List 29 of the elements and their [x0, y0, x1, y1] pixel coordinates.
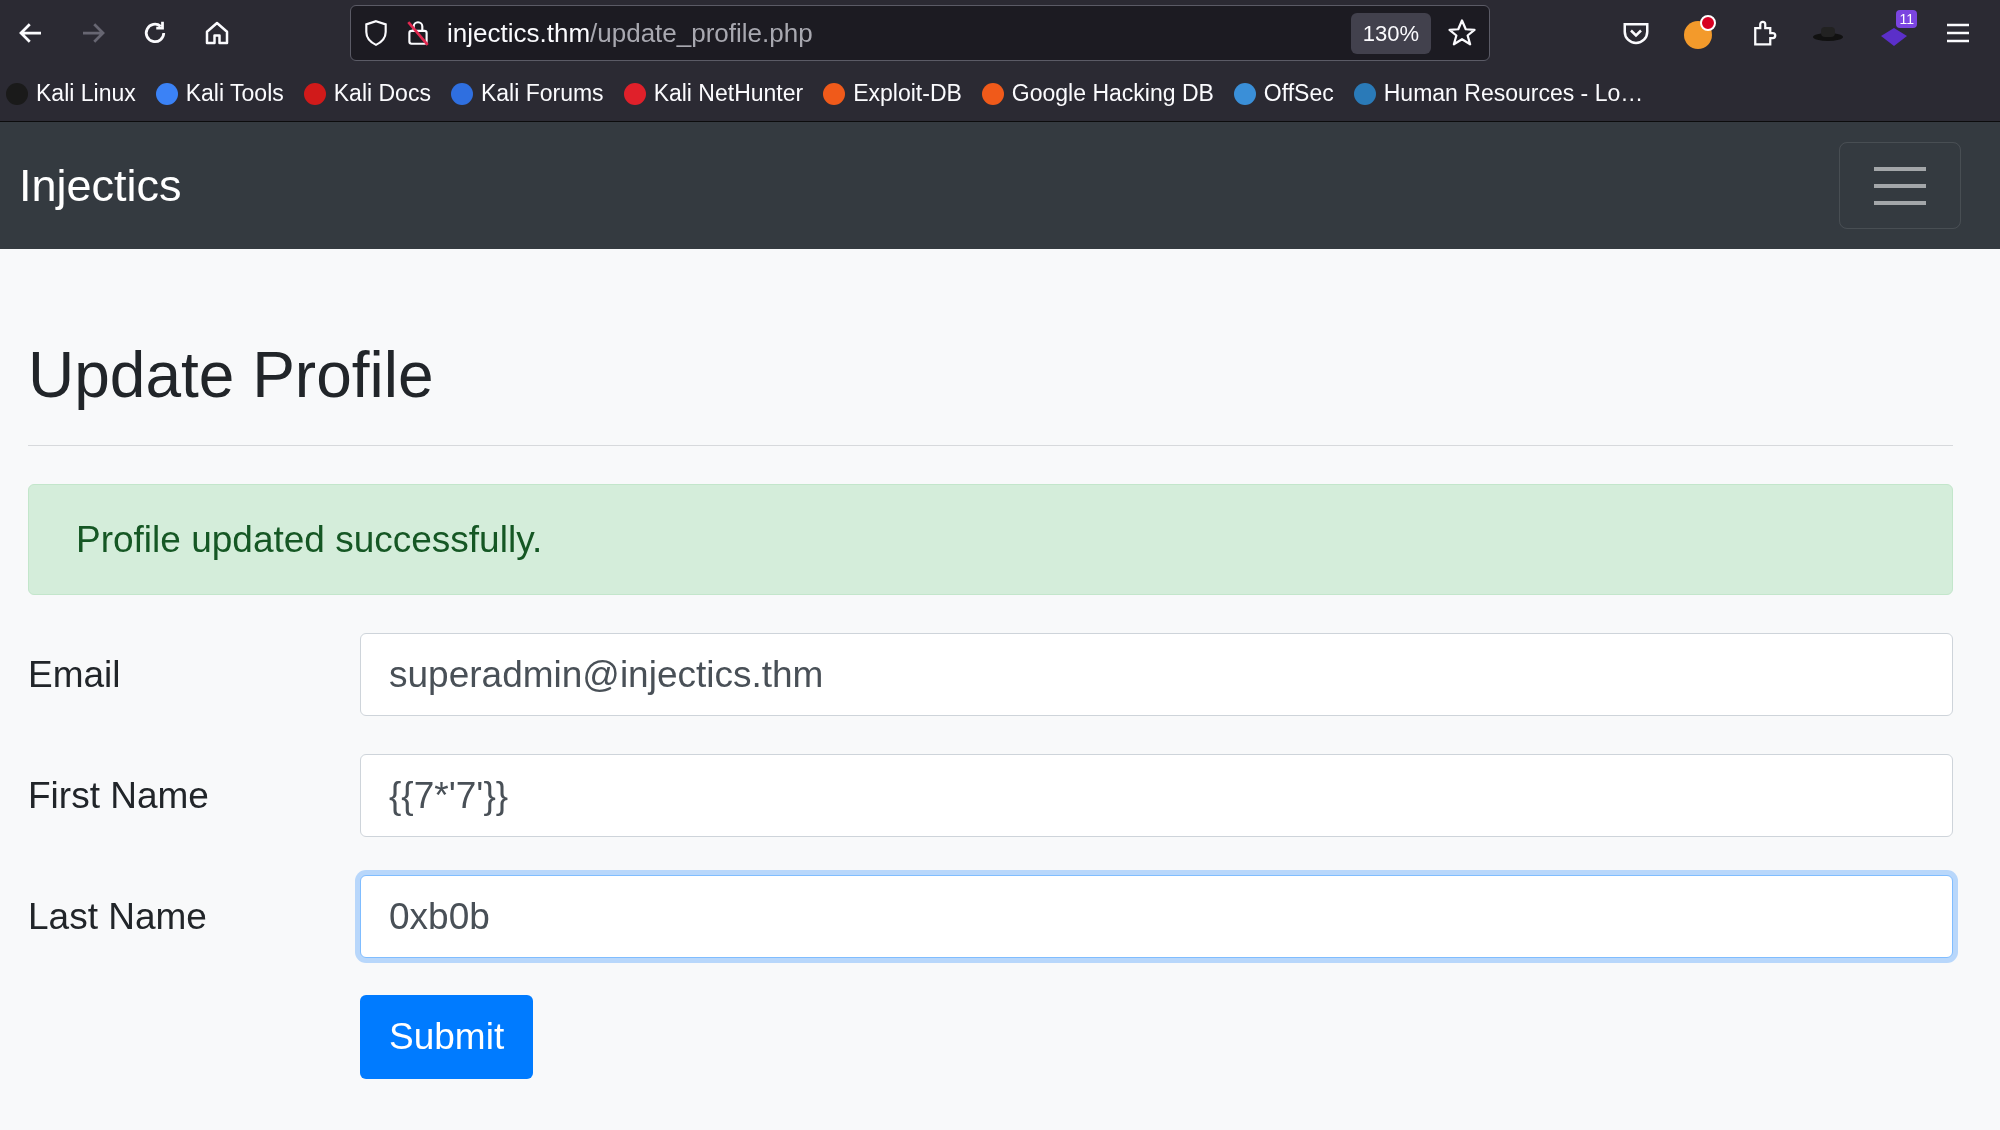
bookmark-link[interactable]: OffSec: [1233, 76, 1334, 111]
text-input-field[interactable]: {{7*'7'}}: [360, 754, 1953, 837]
text-input-field[interactable]: superadmin@injectics.thm: [360, 633, 1953, 716]
zoom-level-badge[interactable]: 130%: [1350, 12, 1431, 54]
insecure-lock-icon: [405, 19, 431, 47]
site-brand[interactable]: Injectics: [19, 151, 182, 220]
bookmark-link[interactable]: Google Hacking DB: [981, 76, 1214, 111]
bookmark-link[interactable]: Kali Forums: [450, 76, 604, 111]
bookmark-link[interactable]: Kali Tools: [155, 76, 284, 111]
bookmark-link[interactable]: Exploit-DB: [823, 76, 962, 111]
url-text: injectics.thm/update_profile.php: [447, 16, 813, 50]
address-bar[interactable]: injectics.thm/update_profile.php 130%: [350, 5, 1490, 61]
notification-count: 11: [1896, 10, 1917, 28]
navbar-toggle-button[interactable]: [1839, 142, 1961, 229]
menu-icon[interactable]: [1944, 21, 1972, 45]
text-input-field[interactable]: 0xb0b: [360, 875, 1953, 958]
shield-icon: [363, 19, 389, 47]
field-label: First Name: [28, 773, 210, 818]
bookmark-link[interactable]: Human Resources - Lo…: [1353, 76, 1644, 111]
bookmark-star-icon[interactable]: [1447, 18, 1477, 48]
menu-icon: [1872, 164, 1928, 207]
bookmark-link[interactable]: Kali NetHunter: [623, 76, 804, 111]
field-label: Last Name: [28, 894, 208, 939]
success-alert: Profile updated successfully.: [28, 484, 1953, 595]
bookmark-link[interactable]: Kali Linux: [6, 76, 136, 111]
page-heading: Update Profile: [28, 338, 435, 413]
field-label: Email: [28, 652, 122, 697]
submit-button[interactable]: Submit: [360, 995, 534, 1079]
bookmark-link[interactable]: Kali Docs: [303, 76, 431, 111]
